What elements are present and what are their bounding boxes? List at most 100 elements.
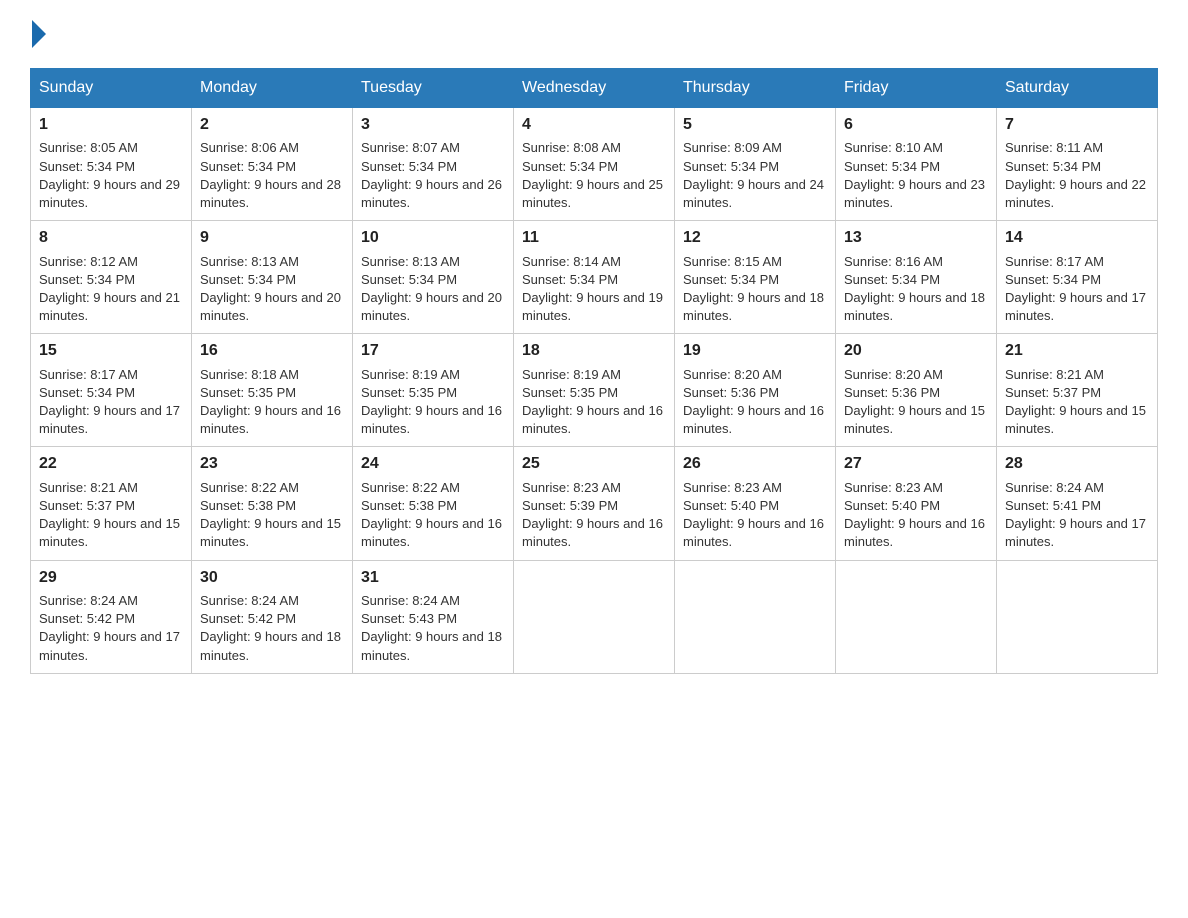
day-info: Sunrise: 8:24 AMSunset: 5:42 PMDaylight:… [200, 593, 341, 663]
day-cell: 9 Sunrise: 8:13 AMSunset: 5:34 PMDaylight… [192, 221, 353, 334]
day-cell: 22 Sunrise: 8:21 AMSunset: 5:37 PMDayligh… [31, 447, 192, 560]
day-cell: 5 Sunrise: 8:09 AMSunset: 5:34 PMDaylight… [675, 108, 836, 221]
day-info: Sunrise: 8:05 AMSunset: 5:34 PMDaylight:… [39, 140, 180, 210]
day-cell: 10 Sunrise: 8:13 AMSunset: 5:34 PMDayligh… [353, 221, 514, 334]
day-cell: 13 Sunrise: 8:16 AMSunset: 5:34 PMDayligh… [836, 221, 997, 334]
day-info: Sunrise: 8:08 AMSunset: 5:34 PMDaylight:… [522, 140, 663, 210]
day-cell: 28 Sunrise: 8:24 AMSunset: 5:41 PMDayligh… [997, 447, 1158, 560]
day-cell [836, 560, 997, 673]
day-cell: 1Sunrise: 8:05 AMSunset: 5:34 PMDaylight… [31, 108, 192, 221]
day-cell: 3 Sunrise: 8:07 AMSunset: 5:34 PMDaylight… [353, 108, 514, 221]
calendar-header: SundayMondayTuesdayWednesdayThursdayFrid… [31, 69, 1158, 108]
day-number: 2 [200, 114, 344, 136]
day-cell: 12Sunrise: 8:15 AMSunset: 5:34 PMDayligh… [675, 221, 836, 334]
week-row-4: 22 Sunrise: 8:21 AMSunset: 5:37 PMDayligh… [31, 447, 1158, 560]
day-cell [997, 560, 1158, 673]
day-info: Sunrise: 8:06 AMSunset: 5:34 PMDaylight:… [200, 140, 341, 210]
week-row-3: 15Sunrise: 8:17 AMSunset: 5:34 PMDayligh… [31, 334, 1158, 447]
day-cell: 8 Sunrise: 8:12 AMSunset: 5:34 PMDaylight… [31, 221, 192, 334]
header-cell-thursday: Thursday [675, 69, 836, 108]
header-row: SundayMondayTuesdayWednesdayThursdayFrid… [31, 69, 1158, 108]
day-info: Sunrise: 8:09 AMSunset: 5:34 PMDaylight:… [683, 140, 824, 210]
day-info: Sunrise: 8:15 AMSunset: 5:34 PMDaylight:… [683, 254, 824, 324]
day-number: 14 [1005, 227, 1149, 249]
header-cell-monday: Monday [192, 69, 353, 108]
day-number: 13 [844, 227, 988, 249]
day-cell: 19Sunrise: 8:20 AMSunset: 5:36 PMDayligh… [675, 334, 836, 447]
day-number: 20 [844, 340, 988, 362]
day-info: Sunrise: 8:14 AMSunset: 5:34 PMDaylight:… [522, 254, 663, 324]
day-cell: 27 Sunrise: 8:23 AMSunset: 5:40 PMDayligh… [836, 447, 997, 560]
day-number: 29 [39, 567, 183, 589]
day-cell: 20 Sunrise: 8:20 AMSunset: 5:36 PMDayligh… [836, 334, 997, 447]
day-info: Sunrise: 8:10 AMSunset: 5:34 PMDaylight:… [844, 140, 985, 210]
day-number: 21 [1005, 340, 1149, 362]
day-info: Sunrise: 8:21 AMSunset: 5:37 PMDaylight:… [1005, 367, 1146, 437]
day-info: Sunrise: 8:20 AMSunset: 5:36 PMDaylight:… [844, 367, 985, 437]
day-number: 18 [522, 340, 666, 362]
day-number: 3 [361, 114, 505, 136]
header-cell-wednesday: Wednesday [514, 69, 675, 108]
day-cell: 16 Sunrise: 8:18 AMSunset: 5:35 PMDayligh… [192, 334, 353, 447]
page-header [30, 20, 1158, 48]
day-number: 31 [361, 567, 505, 589]
day-number: 28 [1005, 453, 1149, 475]
day-number: 10 [361, 227, 505, 249]
day-number: 15 [39, 340, 183, 362]
day-info: Sunrise: 8:20 AMSunset: 5:36 PMDaylight:… [683, 367, 824, 437]
day-info: Sunrise: 8:18 AMSunset: 5:35 PMDaylight:… [200, 367, 341, 437]
day-number: 7 [1005, 114, 1149, 136]
day-info: Sunrise: 8:24 AMSunset: 5:41 PMDaylight:… [1005, 480, 1146, 550]
day-number: 4 [522, 114, 666, 136]
day-cell: 17 Sunrise: 8:19 AMSunset: 5:35 PMDayligh… [353, 334, 514, 447]
day-info: Sunrise: 8:13 AMSunset: 5:34 PMDaylight:… [361, 254, 502, 324]
day-info: Sunrise: 8:21 AMSunset: 5:37 PMDaylight:… [39, 480, 180, 550]
day-info: Sunrise: 8:22 AMSunset: 5:38 PMDaylight:… [361, 480, 502, 550]
day-cell: 31Sunrise: 8:24 AMSunset: 5:43 PMDayligh… [353, 560, 514, 673]
day-info: Sunrise: 8:22 AMSunset: 5:38 PMDaylight:… [200, 480, 341, 550]
week-row-2: 8 Sunrise: 8:12 AMSunset: 5:34 PMDaylight… [31, 221, 1158, 334]
header-cell-friday: Friday [836, 69, 997, 108]
day-info: Sunrise: 8:16 AMSunset: 5:34 PMDaylight:… [844, 254, 985, 324]
header-cell-tuesday: Tuesday [353, 69, 514, 108]
day-cell: 18 Sunrise: 8:19 AMSunset: 5:35 PMDayligh… [514, 334, 675, 447]
calendar-body: 1Sunrise: 8:05 AMSunset: 5:34 PMDaylight… [31, 108, 1158, 674]
week-row-5: 29 Sunrise: 8:24 AMSunset: 5:42 PMDayligh… [31, 560, 1158, 673]
day-cell: 26Sunrise: 8:23 AMSunset: 5:40 PMDayligh… [675, 447, 836, 560]
day-number: 5 [683, 114, 827, 136]
day-info: Sunrise: 8:23 AMSunset: 5:40 PMDaylight:… [844, 480, 985, 550]
day-cell [514, 560, 675, 673]
header-cell-saturday: Saturday [997, 69, 1158, 108]
day-number: 30 [200, 567, 344, 589]
day-info: Sunrise: 8:11 AMSunset: 5:34 PMDaylight:… [1005, 140, 1146, 210]
day-number: 16 [200, 340, 344, 362]
day-number: 9 [200, 227, 344, 249]
day-number: 22 [39, 453, 183, 475]
day-number: 6 [844, 114, 988, 136]
logo-triangle-icon [32, 20, 46, 48]
day-info: Sunrise: 8:19 AMSunset: 5:35 PMDaylight:… [361, 367, 502, 437]
day-cell: 29 Sunrise: 8:24 AMSunset: 5:42 PMDayligh… [31, 560, 192, 673]
logo-blue-part [30, 20, 46, 48]
day-number: 24 [361, 453, 505, 475]
day-info: Sunrise: 8:19 AMSunset: 5:35 PMDaylight:… [522, 367, 663, 437]
day-cell: 4 Sunrise: 8:08 AMSunset: 5:34 PMDaylight… [514, 108, 675, 221]
week-row-1: 1Sunrise: 8:05 AMSunset: 5:34 PMDaylight… [31, 108, 1158, 221]
day-info: Sunrise: 8:07 AMSunset: 5:34 PMDaylight:… [361, 140, 502, 210]
day-cell: 21 Sunrise: 8:21 AMSunset: 5:37 PMDayligh… [997, 334, 1158, 447]
calendar-table: SundayMondayTuesdayWednesdayThursdayFrid… [30, 68, 1158, 674]
day-number: 8 [39, 227, 183, 249]
day-info: Sunrise: 8:17 AMSunset: 5:34 PMDaylight:… [1005, 254, 1146, 324]
day-number: 26 [683, 453, 827, 475]
day-cell: 25Sunrise: 8:23 AMSunset: 5:39 PMDayligh… [514, 447, 675, 560]
day-cell: 24 Sunrise: 8:22 AMSunset: 5:38 PMDayligh… [353, 447, 514, 560]
day-info: Sunrise: 8:13 AMSunset: 5:34 PMDaylight:… [200, 254, 341, 324]
day-cell: 6 Sunrise: 8:10 AMSunset: 5:34 PMDaylight… [836, 108, 997, 221]
day-number: 27 [844, 453, 988, 475]
day-number: 17 [361, 340, 505, 362]
day-cell: 23Sunrise: 8:22 AMSunset: 5:38 PMDayligh… [192, 447, 353, 560]
day-info: Sunrise: 8:12 AMSunset: 5:34 PMDaylight:… [39, 254, 180, 324]
day-number: 25 [522, 453, 666, 475]
day-info: Sunrise: 8:24 AMSunset: 5:42 PMDaylight:… [39, 593, 180, 663]
day-cell [675, 560, 836, 673]
